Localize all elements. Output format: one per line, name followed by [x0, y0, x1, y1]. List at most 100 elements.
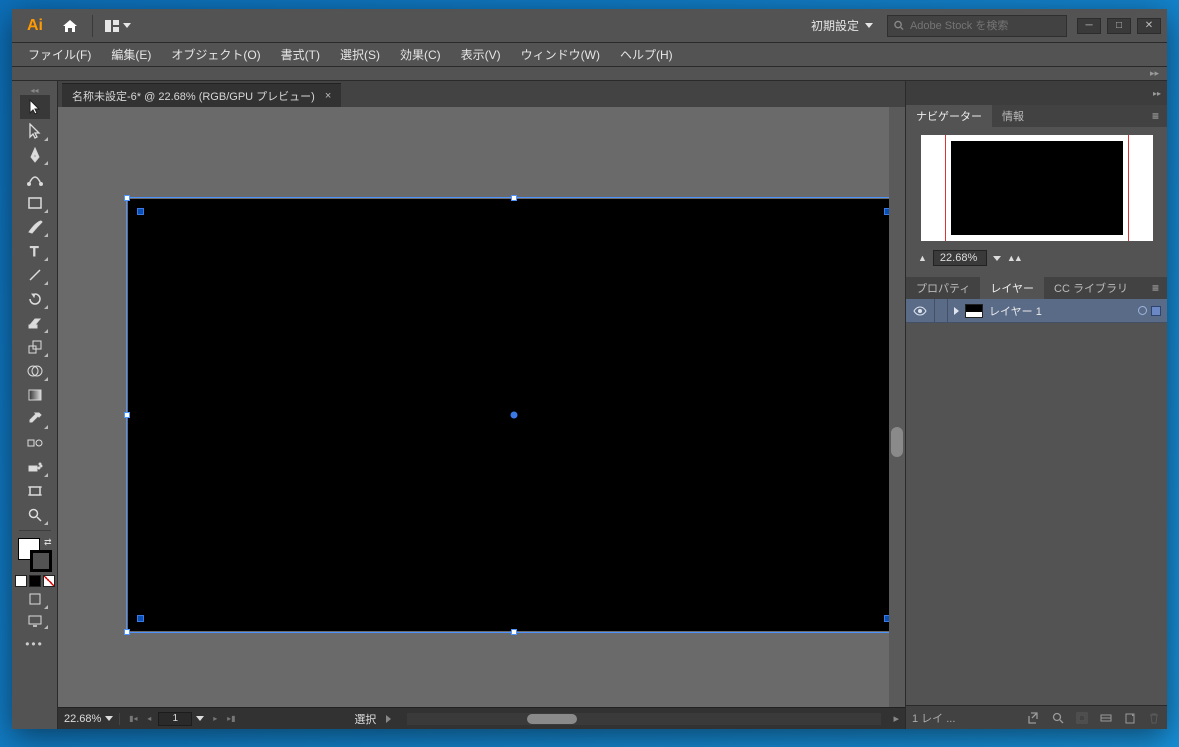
selection-tool[interactable] [20, 95, 50, 119]
minimize-button[interactable]: ─ [1077, 18, 1101, 34]
fill-stroke-control[interactable]: ⇄ [15, 536, 55, 574]
rotate-tool[interactable] [20, 287, 50, 311]
chevron-down-icon [105, 716, 113, 721]
layer-name[interactable]: レイヤー 1 [989, 303, 1042, 319]
tab-layers[interactable]: レイヤー [980, 277, 1044, 299]
zoom-in-icon[interactable]: ▲▲ [1007, 253, 1021, 263]
document-tab[interactable]: 名称未設定-6* @ 22.68% (RGB/GPU プレビュー) × [62, 83, 341, 107]
arrange-documents-button[interactable] [101, 18, 135, 34]
chevron-down-icon[interactable] [196, 716, 204, 721]
screen-mode[interactable] [20, 611, 50, 631]
rectangle-tool[interactable] [20, 191, 50, 215]
artboard[interactable] [128, 199, 900, 631]
direct-selection-tool[interactable] [20, 119, 50, 143]
menu-edit[interactable]: 編集(E) [101, 44, 161, 65]
scroll-right-button[interactable]: ▸ [887, 712, 905, 725]
visibility-toggle[interactable] [912, 303, 928, 319]
type-tool[interactable]: T [20, 239, 50, 263]
menu-window[interactable]: ウィンドウ(W) [511, 44, 610, 65]
blend-tool[interactable] [20, 431, 50, 455]
navigator-zoom-value[interactable]: 22.68% [933, 250, 987, 266]
panel-menu-icon[interactable]: ≡ [1144, 281, 1167, 295]
paintbrush-tool[interactable] [20, 215, 50, 239]
stock-search-input[interactable] [910, 20, 1060, 32]
status-zoom[interactable]: 22.68% [58, 713, 120, 725]
tab-navigator[interactable]: ナビゲーター [906, 105, 992, 127]
status-disclosure-icon[interactable] [386, 715, 391, 723]
new-sublayer-icon[interactable] [1099, 711, 1113, 725]
vertical-scrollbar[interactable] [889, 107, 905, 707]
canvas[interactable] [58, 107, 905, 707]
first-artboard-button[interactable]: ▮◂ [126, 712, 140, 726]
next-artboard-button[interactable]: ▸ [208, 712, 222, 726]
menu-help[interactable]: ヘルプ(H) [610, 44, 683, 65]
layer-row[interactable]: レイヤー 1 [906, 299, 1167, 323]
gradient-mode[interactable] [29, 575, 41, 587]
zoom-value: 22.68% [64, 713, 101, 725]
panel-collapse-grip[interactable]: ▸▸ [906, 81, 1167, 105]
right-panel-dock: ▸▸ ナビゲーター 情報 ≡ ▲ 22.68% ▲▲ [905, 81, 1167, 729]
zoom-tool[interactable] [20, 503, 50, 527]
home-button[interactable] [56, 14, 84, 38]
stroke-swatch[interactable] [30, 550, 52, 572]
close-tab-icon[interactable]: × [325, 90, 331, 102]
prev-artboard-button[interactable]: ◂ [142, 712, 156, 726]
menu-object[interactable]: オブジェクト(O) [161, 44, 270, 65]
gradient-tool[interactable] [20, 383, 50, 407]
color-mode[interactable] [15, 575, 27, 587]
menu-file[interactable]: ファイル(F) [18, 44, 101, 65]
window-controls: ─ □ ✕ [1077, 18, 1161, 34]
workspace-dropdown[interactable]: 初期設定 [803, 17, 881, 34]
edit-toolbar-button[interactable]: ••• [25, 631, 44, 657]
menu-view[interactable]: 表示(V) [451, 44, 511, 65]
vertical-scroll-thumb[interactable] [891, 427, 903, 457]
illustrator-window: Ai 初期設定 ─ □ ✕ ファイル(F) 編集(E) オブジェクト(O) 書式… [12, 9, 1167, 729]
locate-object-icon[interactable] [1051, 711, 1065, 725]
panel-menu-icon[interactable]: ≡ [1144, 109, 1167, 123]
horizontal-scrollbar[interactable] [407, 713, 881, 725]
symbol-sprayer-tool[interactable] [20, 455, 50, 479]
chevron-down-icon[interactable] [993, 256, 1001, 261]
clipping-mask-icon[interactable] [1075, 711, 1089, 725]
menu-select[interactable]: 選択(S) [330, 44, 390, 65]
none-mode[interactable] [43, 575, 55, 587]
eyedropper-tool[interactable] [20, 407, 50, 431]
shape-builder-tool[interactable] [20, 359, 50, 383]
horizontal-scroll-thumb[interactable] [527, 714, 577, 724]
zoom-out-icon[interactable]: ▲ [918, 253, 927, 263]
export-icon[interactable] [1027, 711, 1041, 725]
new-layer-icon[interactable] [1123, 711, 1137, 725]
close-button[interactable]: ✕ [1137, 18, 1161, 34]
maximize-button[interactable]: □ [1107, 18, 1131, 34]
menu-effect[interactable]: 効果(C) [390, 44, 451, 65]
stock-search[interactable] [887, 15, 1067, 37]
artboard-page-input[interactable] [158, 712, 192, 726]
lock-toggle[interactable] [934, 299, 948, 323]
navigator-view-edge [945, 135, 946, 241]
line-segment-tool[interactable] [20, 263, 50, 287]
menu-type[interactable]: 書式(T) [271, 44, 330, 65]
control-strip: ▸▸ [12, 67, 1167, 81]
panel-collapse-grip[interactable]: ◂◂ [30, 85, 38, 95]
eraser-tool[interactable] [20, 311, 50, 335]
draw-mode[interactable] [20, 587, 50, 611]
delete-layer-icon[interactable] [1147, 711, 1161, 725]
scale-tool[interactable] [20, 335, 50, 359]
layers-empty-area [906, 323, 1167, 705]
titlebar: Ai 初期設定 ─ □ ✕ [12, 9, 1167, 43]
swap-fill-stroke-icon[interactable]: ⇄ [44, 537, 52, 548]
pen-tool[interactable] [20, 143, 50, 167]
navigator-zoom-row: ▲ 22.68% ▲▲ [914, 247, 1159, 269]
last-artboard-button[interactable]: ▸▮ [224, 712, 238, 726]
tab-info[interactable]: 情報 [992, 105, 1034, 127]
navigator-preview[interactable] [921, 135, 1153, 241]
target-icon[interactable] [1138, 306, 1147, 315]
curvature-tool[interactable] [20, 167, 50, 191]
document-tabs: 名称未設定-6* @ 22.68% (RGB/GPU プレビュー) × [58, 81, 905, 107]
tab-properties[interactable]: プロパティ [906, 277, 980, 299]
artboard-pager: ▮◂ ◂ ▸ ▸▮ [120, 712, 244, 726]
selection-indicator[interactable] [1151, 306, 1161, 316]
layer-disclosure-icon[interactable] [954, 307, 959, 315]
tab-cc-libraries[interactable]: CC ライブラリ [1044, 277, 1138, 299]
artboard-tool[interactable] [20, 479, 50, 503]
